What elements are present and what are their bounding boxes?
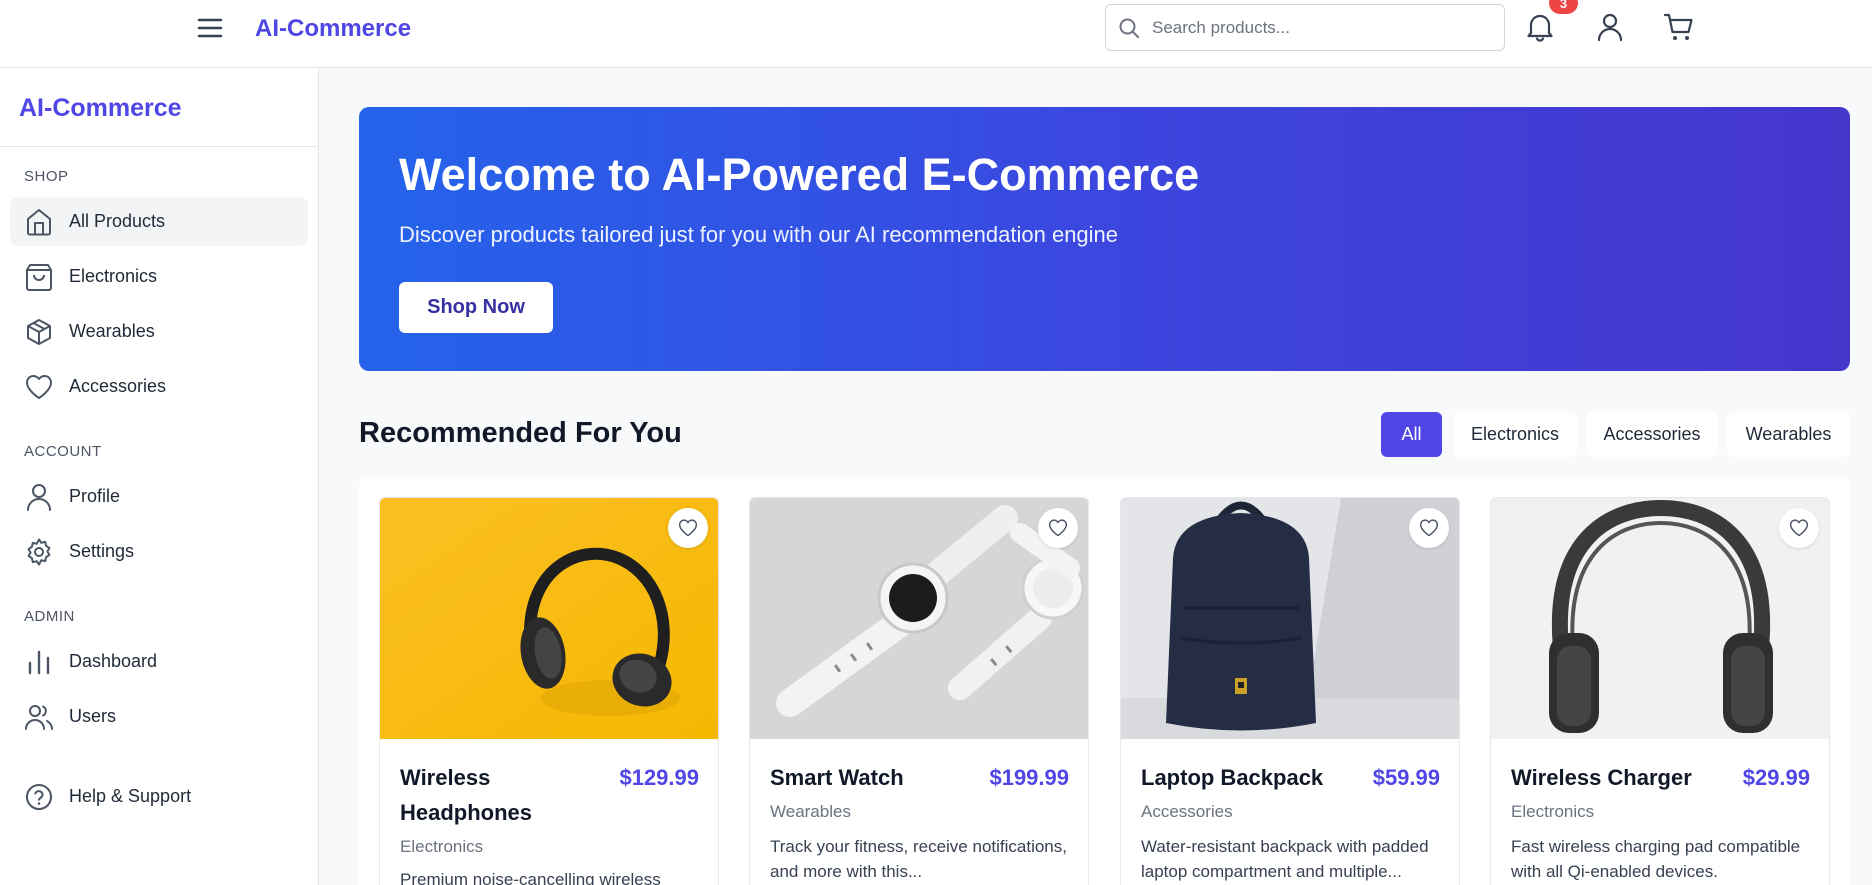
hero-subtitle: Discover products tailored just for you … <box>399 222 1119 247</box>
product-description: Track your fitness, receive notification… <box>770 837 1067 881</box>
sidebar-item-dashboard[interactable]: Dashboard <box>10 637 308 686</box>
filter-wearables[interactable]: Wearables <box>1727 412 1850 457</box>
top-bar: AI-Commerce 3 <box>0 0 1872 68</box>
product-card[interactable]: Laptop Backpack $59.99 Accessories Water… <box>1120 497 1460 885</box>
sidebar-item-accessories[interactable]: Accessories <box>10 362 308 411</box>
gear-icon <box>24 537 54 567</box>
notification-badge: 3 <box>1549 0 1578 14</box>
product-price: $29.99 <box>1742 765 1810 790</box>
product-price: $129.99 <box>619 765 699 790</box>
sidebar-item-profile[interactable]: Profile <box>10 472 308 521</box>
product-name[interactable]: Wireless Headphones <box>400 760 590 830</box>
account-button[interactable] <box>1593 10 1627 44</box>
sidebar-item-label: Users <box>69 706 117 726</box>
sidebar-item-label: Accessories <box>69 376 167 396</box>
brand-logo[interactable]: AI-Commerce <box>255 14 411 44</box>
sidebar-item-wearables[interactable]: Wearables <box>10 307 308 356</box>
product-price: $199.99 <box>989 765 1069 790</box>
filter-all[interactable]: All <box>1381 412 1442 457</box>
search-box[interactable] <box>1105 4 1505 51</box>
sidebar-item-label: Wearables <box>69 321 155 341</box>
wishlist-button[interactable] <box>1779 508 1819 548</box>
sidebar-item-label: Help & Support <box>69 786 192 806</box>
notifications-button[interactable] <box>1523 10 1557 44</box>
shop-now-button[interactable]: Shop Now <box>399 282 553 333</box>
product-card[interactable]: Wireless Charger $29.99 Electronics Fast… <box>1490 497 1830 885</box>
wishlist-button[interactable] <box>1038 508 1078 548</box>
sidebar: AI-Commerce SHOP All Products Electronic… <box>0 68 319 885</box>
product-description: Premium noise-cancelling wireless <box>400 870 661 885</box>
hero-banner: Welcome to AI-Powered E-Commerce Discove… <box>359 107 1850 371</box>
sidebar-item-help-support[interactable]: Help & Support <box>10 772 308 821</box>
cart-button[interactable] <box>1662 10 1696 44</box>
menu-icon[interactable] <box>196 14 224 42</box>
product-description: Water-resistant backpack with padded lap… <box>1141 837 1429 881</box>
heart-icon <box>678 519 698 537</box>
filter-electronics[interactable]: Electronics <box>1453 412 1577 457</box>
sidebar-item-label: Profile <box>69 486 121 506</box>
section-title: Recommended For You <box>359 417 682 449</box>
product-card[interactable]: Smart Watch $199.99 Wearables Track your… <box>749 497 1089 885</box>
heart-icon <box>1789 519 1809 537</box>
product-description: Fast wireless charging pad compatible wi… <box>1511 837 1801 881</box>
section-title-shop: SHOP <box>24 168 69 185</box>
section-title-admin: ADMIN <box>24 608 75 625</box>
heart-icon <box>1419 519 1439 537</box>
user-icon <box>1597 13 1623 42</box>
sidebar-item-label: Electronics <box>69 266 158 286</box>
shopping-bag-icon <box>24 262 54 292</box>
package-icon <box>24 317 54 347</box>
search-icon <box>1106 5 1152 50</box>
wishlist-button[interactable] <box>668 508 708 548</box>
sidebar-item-settings[interactable]: Settings <box>10 527 308 576</box>
heart-icon <box>24 372 54 402</box>
users-icon <box>24 702 54 732</box>
bell-icon <box>1527 14 1553 42</box>
home-icon <box>24 207 54 237</box>
sidebar-brand[interactable]: AI-Commerce <box>19 94 182 123</box>
heart-icon <box>1048 519 1068 537</box>
sidebar-item-users[interactable]: Users <box>10 692 308 741</box>
product-name[interactable]: Smart Watch <box>770 760 960 795</box>
sidebar-item-electronics[interactable]: Electronics <box>10 252 308 301</box>
filter-accessories[interactable]: Accessories <box>1587 412 1717 457</box>
product-name[interactable]: Wireless Charger <box>1511 760 1741 795</box>
sidebar-item-all-products[interactable]: All Products <box>10 197 308 246</box>
user-icon <box>24 482 54 512</box>
sidebar-item-label: All Products <box>69 211 166 231</box>
cart-icon <box>1663 13 1693 40</box>
help-circle-icon <box>24 782 54 812</box>
bar-chart-icon <box>24 647 54 677</box>
hero-title: Welcome to AI-Powered E-Commerce <box>399 149 1200 200</box>
wishlist-button[interactable] <box>1409 508 1449 548</box>
search-input[interactable] <box>1152 7 1504 48</box>
product-category: Electronics <box>400 837 484 856</box>
sidebar-item-label: Dashboard <box>69 651 158 671</box>
divider <box>0 146 318 147</box>
product-price: $59.99 <box>1372 765 1440 790</box>
product-card[interactable]: Wireless Headphones $129.99 Electronics … <box>379 497 719 885</box>
product-category: Electronics <box>1511 802 1595 821</box>
product-category: Wearables <box>770 802 851 821</box>
product-category: Accessories <box>1141 802 1233 821</box>
section-title-account: ACCOUNT <box>24 443 102 460</box>
product-name[interactable]: Laptop Backpack <box>1141 760 1331 795</box>
sidebar-item-label: Settings <box>69 541 135 561</box>
